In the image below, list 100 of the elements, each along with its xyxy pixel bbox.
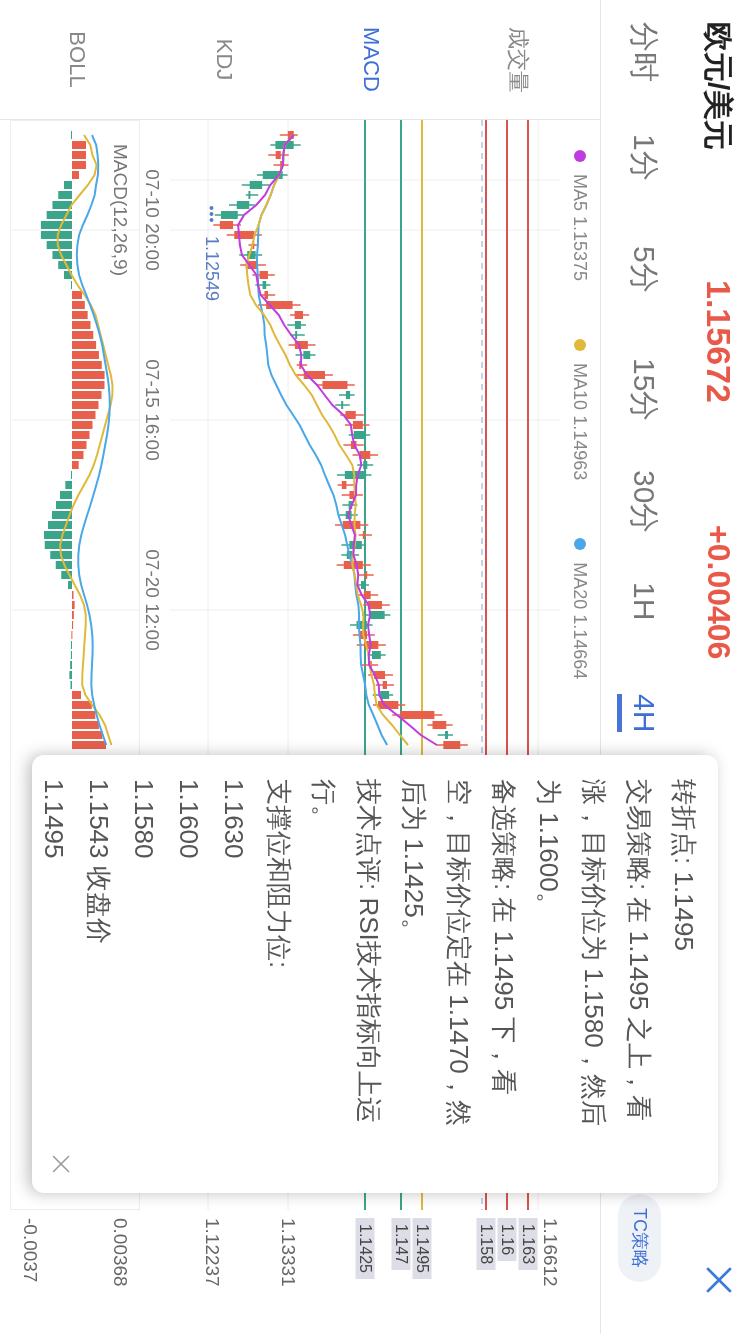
candlestick [362,601,391,609]
macd-bar [72,721,99,729]
candlestick [247,241,260,249]
candlestick [361,611,392,619]
macd-bar [50,551,72,559]
candlestick [251,271,276,279]
macd-bar [61,571,72,579]
macd-bar [44,541,72,549]
candlestick [371,691,394,699]
time-label: 07-15 16:00 [141,359,164,461]
candlestick [245,191,259,199]
macd-bar [72,421,93,429]
indicator-tab[interactable]: KDJ [151,0,298,119]
macd-bar [72,711,96,719]
level-tag: 1.1495 [412,1218,432,1279]
candlestick [349,621,374,629]
period-tab[interactable]: 1分 [601,134,688,246]
macd-bar [72,411,96,419]
level-value: 1.1600 [173,779,205,861]
popup-text: 技术点评: RSI技术指标向上运行。 [308,779,385,1125]
candlestick [338,511,359,519]
macd-bar [72,691,81,699]
legend-label: MA20 1.14664 [569,562,592,680]
period-tab[interactable]: 分时 [601,22,688,134]
macd-bar [72,351,99,359]
macd-bar [52,201,72,209]
period-tab[interactable]: 5分 [601,246,688,358]
popup-text: 支撑位和阻力位: [263,779,295,971]
level-tag: 1.16 [497,1218,517,1262]
macd-title: MACD(12,26,9) [109,144,132,276]
candlestick [225,231,263,239]
level-tag: 1.1425 [355,1218,375,1279]
level-value: 1.1580 [128,779,160,861]
candlestick [340,541,367,549]
macd-bar [72,291,82,299]
candlestick [257,301,302,309]
indicator-tab[interactable]: MACD [298,0,445,119]
candlestick [340,551,360,559]
period-tab[interactable]: 30分 [601,470,688,582]
level-value: 1.1495 [38,779,70,861]
macd-bar [64,271,72,279]
macd-bar [72,341,97,349]
pair-title: 欧元/美元 [701,22,737,153]
macd-bar [72,741,106,749]
candlestick [356,641,387,649]
time-label: 07-10 20:00 [141,169,164,271]
candlestick [289,311,310,319]
macd-bar [69,671,72,679]
popup-text: 备选策略: 在 1.1495 下，看空，目标价位定在 1.1470，然后为 1.1425。 [398,779,520,1128]
macd-bar [72,331,94,339]
candlestick [338,391,356,399]
time-label: 07-20 12:00 [141,549,164,651]
candlestick [279,131,299,139]
candlestick [344,421,371,429]
macd-bar [72,151,86,159]
popup-text: 转折点: 1.1495 [668,779,700,953]
macd-bar [72,361,102,369]
candlestick [212,221,242,229]
candlestick [267,151,290,159]
candlestick [287,341,317,349]
candlestick [436,731,454,739]
macd-bar [72,401,99,409]
candlestick [352,631,376,639]
candlestick [342,441,365,449]
macd-bar [58,191,72,199]
candlestick [435,741,469,749]
leader-line [209,206,214,222]
macd-bar [72,161,86,169]
indicator-tab[interactable]: 成交量 [445,0,592,119]
macd-bar [55,561,72,569]
level-tag: 1.158 [476,1218,496,1271]
strategy-button[interactable]: TC策略 [618,1194,661,1282]
macd-bar [58,261,72,269]
axis-label: 1.12237 [201,1218,225,1287]
axis-label: 1.13331 [277,1218,301,1287]
macd-bar [68,581,72,589]
macd-bar [48,521,72,529]
macd-bar [72,461,79,469]
indicator-tab[interactable]: BOLL [4,0,151,119]
candlestick [241,181,271,189]
candlestick [294,351,317,359]
popup-text: 交易策略: 在 1.1495 之上，看涨，目标价位为 1.1580，然后为 1.1600。 [533,779,655,1128]
macd-bar [72,441,87,449]
level-value: 1.1630 [218,779,250,861]
macd-bar [52,251,72,259]
macd-bar [46,211,72,219]
period-tab[interactable]: 15分 [601,358,688,470]
candlestick [289,331,306,339]
period-tab[interactable]: 1H [601,582,688,694]
candlestick [214,211,245,219]
candlestick [367,651,387,659]
candlestick [347,431,371,439]
candlestick [238,251,263,259]
macd-bar [72,321,91,329]
macd-bar [65,481,72,489]
candlestick [357,531,373,539]
legend-label: MA5 1.15375 [569,174,592,282]
axis-label: 0.00368 [109,1218,133,1287]
macd-bar [72,431,90,439]
macd-bar [72,311,88,319]
